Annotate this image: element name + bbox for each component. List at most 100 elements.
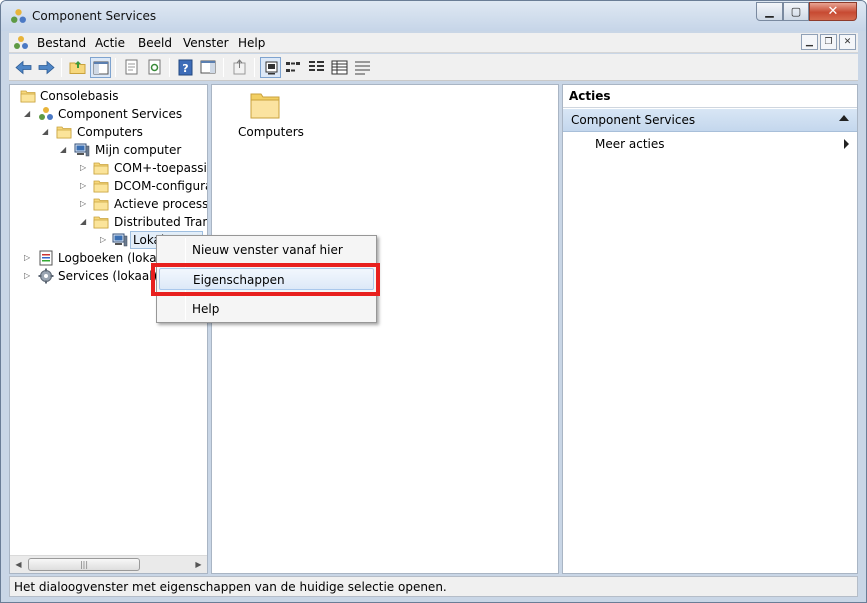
menu-item-label: Nieuw venster vanaf hier xyxy=(192,243,343,257)
menu-help[interactable]: Help xyxy=(238,36,265,50)
chevron-right-icon: ▶ xyxy=(195,560,202,569)
scroll-left-button[interactable]: ◀ xyxy=(10,556,27,573)
scroll-right-button[interactable]: ▶ xyxy=(190,556,207,573)
folder-icon xyxy=(20,88,36,104)
tree-item-label: Computers xyxy=(77,125,143,139)
expand-arrow-icon[interactable]: ▷ xyxy=(24,253,32,263)
collapse-arrow-icon[interactable]: ◢ xyxy=(24,109,32,119)
show-hide-action-pane-button[interactable] xyxy=(198,57,219,78)
folder-icon xyxy=(56,124,72,140)
export-icon xyxy=(233,59,246,75)
chevron-left-icon: ◀ xyxy=(15,560,22,569)
menu-actie[interactable]: Actie xyxy=(95,36,125,50)
results-pane[interactable]: Computers xyxy=(211,84,559,574)
child-minimize-button[interactable]: ▁ xyxy=(801,34,818,50)
menu-venster[interactable]: Venster xyxy=(183,36,229,50)
tree-item-distributed-transaction[interactable]: ◢ Distributed Transa xyxy=(16,213,207,231)
folder-icon xyxy=(93,196,109,212)
window-title: Component Services xyxy=(32,9,157,23)
tree-item-label: Component Services xyxy=(58,107,183,121)
computer-icon xyxy=(112,232,128,248)
expand-arrow-icon[interactable]: ▷ xyxy=(80,199,88,209)
child-restore-button[interactable]: ❐ xyxy=(820,34,837,50)
content-item-label: Computers xyxy=(238,125,304,139)
menu-bestand[interactable]: Bestand xyxy=(37,36,86,50)
tree-item-computers[interactable]: ◢ Computers xyxy=(16,123,206,141)
status-bar: Het dialoogvenster met eigenschappen van… xyxy=(9,576,858,597)
actions-pane: Acties Component Services Meer acties xyxy=(562,84,858,574)
tree-item-label: Consolebasis xyxy=(40,89,119,103)
folder-icon xyxy=(93,160,109,176)
title-bar[interactable]: Component Services ▁ ▢ ✕ xyxy=(1,1,866,31)
tree-item-label: COM+-toepassin xyxy=(114,161,207,175)
tree-item-com-toepassingen[interactable]: ▷ COM+-toepassin xyxy=(16,159,207,177)
menu-beeld[interactable]: Beeld xyxy=(138,36,172,50)
collapse-arrow-icon[interactable]: ◢ xyxy=(80,217,88,227)
close-button[interactable]: ✕ xyxy=(809,2,857,21)
refresh-button[interactable] xyxy=(144,57,165,78)
tree-item-consolebasis[interactable]: Consolebasis xyxy=(16,87,206,105)
list-icon xyxy=(309,61,324,71)
console-icon[interactable] xyxy=(13,35,29,51)
folder-up-icon xyxy=(69,61,86,74)
menu-item-help[interactable]: Help xyxy=(159,298,374,320)
tree-item-label: Mijn computer xyxy=(95,143,182,157)
toolbar-separator xyxy=(169,58,170,77)
horizontal-scrollbar[interactable]: ◀ ||| ▶ xyxy=(10,555,207,573)
back-arrow-icon xyxy=(15,60,32,75)
forward-button[interactable] xyxy=(36,57,57,78)
minimize-icon: ▁ xyxy=(765,5,774,18)
tree-item-mijn-computer[interactable]: ◢ Mijn computer xyxy=(16,141,206,159)
status-text: Het dialoogvenster met eigenschappen van… xyxy=(14,580,447,594)
menu-item-new-window[interactable]: Nieuw venster vanaf hier xyxy=(159,239,374,261)
child-close-button[interactable]: ✕ xyxy=(839,34,856,50)
scroll-thumb[interactable]: ||| xyxy=(28,558,140,571)
details-view-button[interactable] xyxy=(329,57,350,78)
tree-item-label: DCOM-configura xyxy=(114,179,207,193)
collapse-arrow-icon[interactable]: ◢ xyxy=(42,127,50,137)
annotation-highlight-box xyxy=(151,263,380,296)
actions-title: Acties xyxy=(563,85,857,108)
menu-bar: Bestand Actie Beeld Venster Help ▁ ❐ ✕ xyxy=(9,33,858,53)
help-button[interactable]: ? xyxy=(175,57,196,78)
up-one-level-button[interactable] xyxy=(67,57,88,78)
restore-icon: ❐ xyxy=(824,37,833,47)
expand-arrow-icon[interactable]: ▷ xyxy=(80,163,88,173)
console-tree[interactable]: Consolebasis ◢ Component Services ◢ Comp… xyxy=(9,84,208,574)
expand-arrow-icon[interactable]: ▷ xyxy=(100,235,108,245)
tree-item-label: Services (lokaal) xyxy=(58,269,158,283)
tree-item-component-services[interactable]: ◢ Component Services xyxy=(16,105,206,123)
toolbar-separator xyxy=(223,58,224,77)
computer-icon xyxy=(74,142,90,158)
show-hide-tree-button[interactable] xyxy=(90,57,111,78)
tree-item-label: Actieve processer xyxy=(114,197,207,211)
more-actions-item[interactable]: Meer acties xyxy=(563,134,857,154)
component-services-icon xyxy=(38,106,54,122)
forward-arrow-icon xyxy=(38,60,55,75)
expand-arrow-icon[interactable]: ▷ xyxy=(24,271,32,281)
minimize-button[interactable]: ▁ xyxy=(756,2,783,21)
large-icons-button[interactable] xyxy=(260,57,281,78)
actions-group-header[interactable]: Component Services xyxy=(563,109,857,132)
properties-button[interactable] xyxy=(121,57,142,78)
details-icon xyxy=(331,60,348,75)
actions-group-label: Component Services xyxy=(571,113,696,127)
collapse-up-icon[interactable] xyxy=(839,115,849,121)
export-button[interactable] xyxy=(229,57,250,78)
maximize-icon: ▢ xyxy=(790,5,802,18)
collapse-arrow-icon[interactable]: ◢ xyxy=(60,145,68,155)
tree-item-actieve-processen[interactable]: ▷ Actieve processer xyxy=(16,195,207,213)
folder-icon xyxy=(93,178,109,194)
more-actions-label: Meer acties xyxy=(595,137,665,151)
back-button[interactable] xyxy=(13,57,34,78)
toolbar-separator xyxy=(254,58,255,77)
close-icon: ✕ xyxy=(843,37,852,47)
component-services-icon xyxy=(10,8,27,25)
action-pane-icon xyxy=(200,60,216,74)
small-icons-button[interactable] xyxy=(283,57,304,78)
customize-view-button[interactable] xyxy=(352,57,373,78)
tree-item-dcom-configuratie[interactable]: ▷ DCOM-configura xyxy=(16,177,207,195)
maximize-button[interactable]: ▢ xyxy=(783,2,809,21)
list-view-button[interactable] xyxy=(306,57,327,78)
expand-arrow-icon[interactable]: ▷ xyxy=(80,181,88,191)
